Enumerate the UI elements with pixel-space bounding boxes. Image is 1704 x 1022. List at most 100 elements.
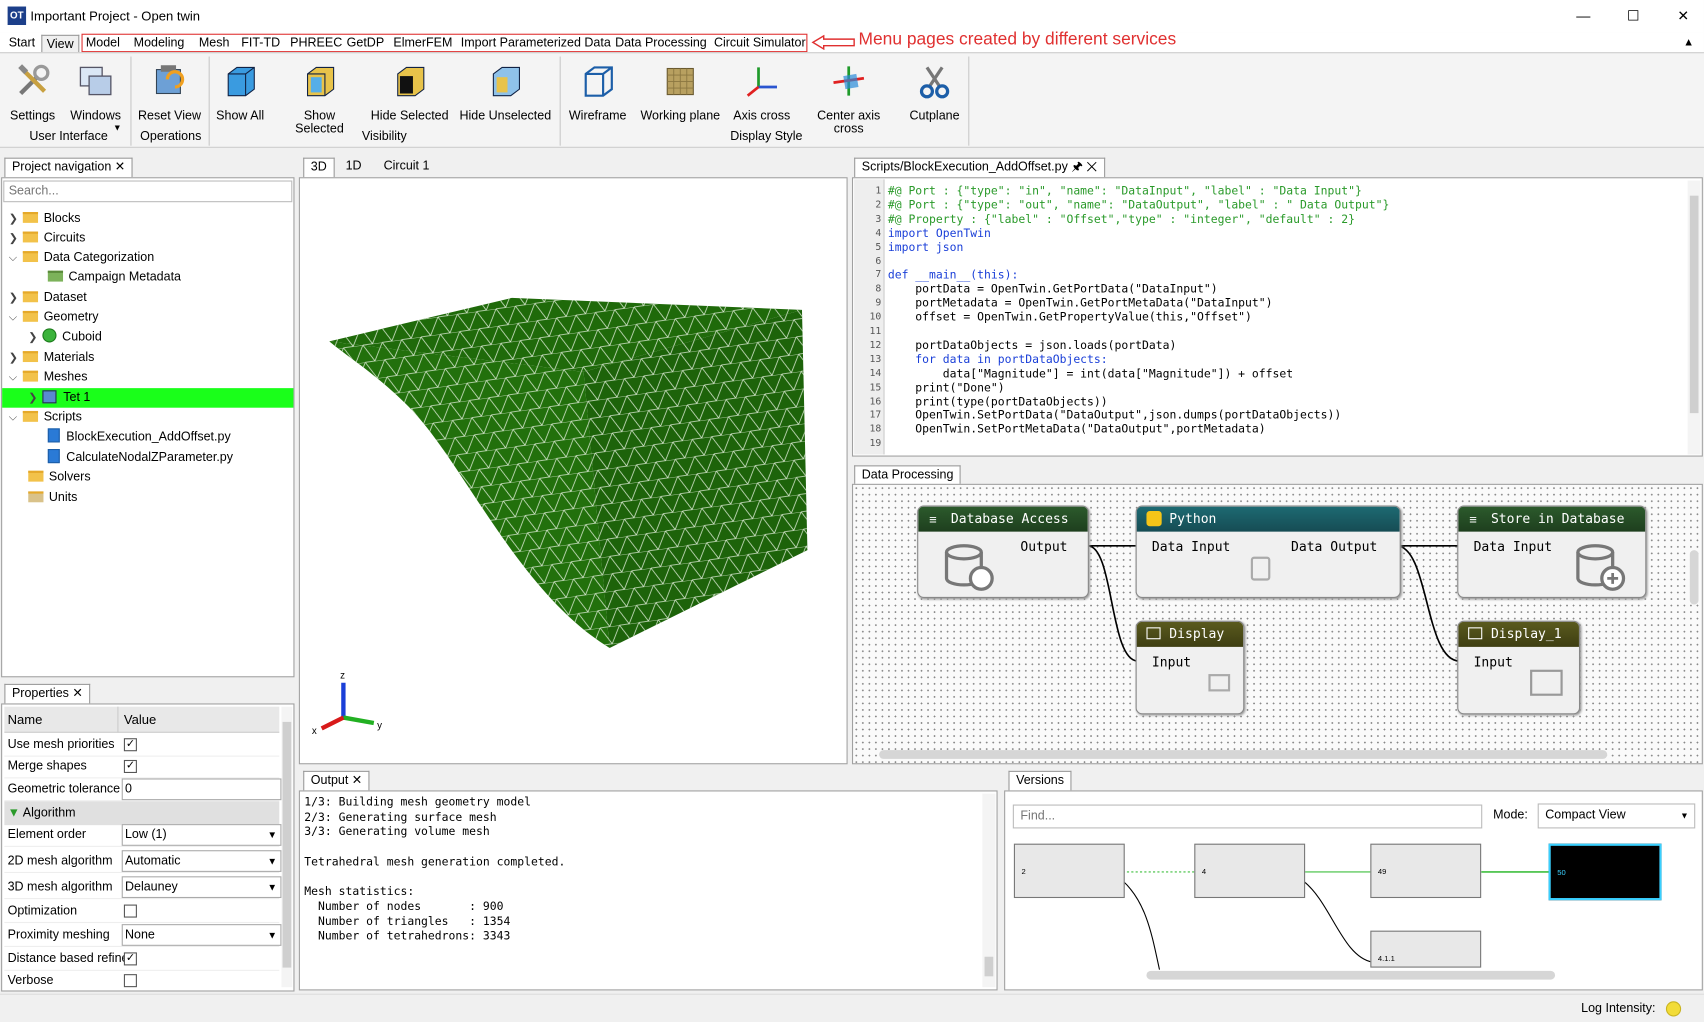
tree-item-units[interactable]: Units: [28, 488, 77, 508]
checkbox[interactable]: [123, 904, 137, 918]
mesh-3d-view[interactable]: z y x: [300, 178, 847, 763]
node-python[interactable]: Python Data Input Data Output: [1135, 505, 1401, 598]
hide-unselected-button[interactable]: Hide Unselected: [459, 63, 552, 123]
tab-getdp[interactable]: GetDP: [347, 35, 385, 52]
tree-item-circuits[interactable]: ❯ Circuits: [9, 228, 85, 248]
port-input[interactable]: Input: [1152, 654, 1191, 669]
show-selected-button[interactable]: Show Selected: [278, 63, 361, 136]
version-node[interactable]: 4: [1194, 843, 1306, 899]
tab-3d[interactable]: 3D: [303, 157, 335, 178]
tab-modeling[interactable]: Modeling: [134, 35, 185, 52]
chevron-right-icon[interactable]: ❯: [9, 349, 20, 369]
tab-script[interactable]: Scripts/BlockExecution_AddOffset.py 🖈 ✕: [854, 157, 1105, 178]
chevron-right-icon[interactable]: ❯: [28, 328, 39, 348]
port-data-input[interactable]: Data Input: [1474, 539, 1553, 554]
graph-horizontal-scrollbar[interactable]: [879, 750, 1608, 759]
output-scrollbar[interactable]: [982, 793, 996, 988]
chevron-down-icon[interactable]: ⌵: [9, 309, 20, 329]
tab-properties[interactable]: Properties ✕: [4, 683, 91, 704]
graph-vertical-scrollbar[interactable]: [1689, 550, 1699, 605]
tab-import-parameterized-data[interactable]: Import Parameterized Data: [461, 35, 611, 52]
tab-model[interactable]: Model: [86, 35, 120, 52]
3d-mesh-algorithm-select[interactable]: Delauney ▼: [121, 876, 282, 899]
tree-item-campaign-metadata[interactable]: Campaign Metadata: [47, 267, 181, 287]
proximity-meshing-select[interactable]: None ▼: [121, 924, 282, 946]
tree-item-dataset[interactable]: ❯ Dataset: [9, 288, 87, 308]
chevron-right-icon[interactable]: ❯: [9, 210, 20, 230]
hide-selected-button[interactable]: Hide Selected: [369, 63, 449, 123]
search-input[interactable]: [3, 180, 293, 203]
tab-fit-td[interactable]: FIT-TD: [241, 35, 280, 52]
close-icon[interactable]: ✕: [352, 774, 362, 787]
element-order-select[interactable]: Low (1) ▼: [121, 824, 282, 846]
maximize-button[interactable]: ☐: [1608, 0, 1658, 33]
versions-find-input[interactable]: [1012, 804, 1483, 829]
chevron-down-icon[interactable]: ⌵: [9, 249, 20, 269]
version-node[interactable]: 4.1.1: [1370, 930, 1482, 968]
axis-cross-button[interactable]: Axis cross: [730, 63, 793, 123]
data-processing-graph[interactable]: Database Access ≡ Output Python Data Inp…: [851, 483, 1703, 765]
settings-button[interactable]: Settings: [8, 63, 58, 123]
tree-item-blocks[interactable]: ❯ Blocks: [9, 209, 81, 229]
scrollbar-thumb[interactable]: [282, 721, 292, 968]
tab-1d[interactable]: 1D: [346, 160, 362, 173]
version-node[interactable]: 49: [1370, 843, 1482, 899]
tab-data-processing[interactable]: Data Processing: [615, 35, 707, 52]
chevron-down-icon[interactable]: ⌵: [9, 369, 20, 389]
script-editor[interactable]: 1 #@ Port : {"type": "in", "name": "DataI…: [851, 177, 1703, 457]
reset-view-button[interactable]: Reset View: [137, 63, 202, 123]
version-node[interactable]: 2: [1013, 843, 1125, 899]
tab-circuit-simulator[interactable]: Circuit Simulator: [714, 35, 806, 52]
close-icon[interactable]: ✕: [1086, 161, 1097, 174]
port-output[interactable]: Output: [1020, 539, 1067, 554]
tab-view[interactable]: View: [41, 34, 80, 53]
scrollbar[interactable]: [281, 706, 293, 988]
tree-item-tet-1[interactable]: ❯ Tet 1: [2, 388, 294, 409]
checkbox[interactable]: ✓: [123, 738, 137, 752]
node-store-in-database[interactable]: Store in Database ≡ Data Input: [1457, 505, 1647, 598]
tab-data-processing-view[interactable]: Data Processing: [854, 465, 962, 485]
checkbox[interactable]: ✓: [123, 759, 137, 773]
node-database-access[interactable]: Database Access ≡ Output: [917, 505, 1089, 598]
port-input[interactable]: Input: [1474, 654, 1513, 669]
close-button[interactable]: ✕: [1658, 0, 1704, 33]
versions-horizontal-scrollbar[interactable]: [1146, 970, 1556, 980]
log-intensity-indicator[interactable]: [1665, 1001, 1682, 1017]
editor-scrollbar[interactable]: [1687, 180, 1701, 455]
tree-item-cuboid[interactable]: ❯ Cuboid: [28, 327, 102, 347]
tree-item-solvers[interactable]: Solvers: [28, 467, 91, 487]
checkbox[interactable]: ✓: [123, 952, 137, 966]
tree-item-data-categorization[interactable]: ⌵ Data Categorization: [9, 248, 154, 268]
chevron-right-icon[interactable]: ❯: [28, 389, 39, 409]
show-all-button[interactable]: Show All: [215, 63, 265, 123]
tab-mesh[interactable]: Mesh: [199, 35, 230, 52]
working-plane-button[interactable]: Working plane: [639, 63, 722, 123]
center-axis-cross-button[interactable]: Center axis cross: [802, 63, 895, 136]
port-data-output[interactable]: Data Output: [1291, 539, 1377, 554]
2d-mesh-algorithm-select[interactable]: Automatic ▼: [121, 850, 282, 872]
checkbox[interactable]: [123, 974, 137, 988]
tab-start[interactable]: Start: [9, 35, 35, 52]
tree-item-scripts[interactable]: ⌵ Scripts: [9, 408, 82, 428]
pin-icon[interactable]: 🖈: [1071, 161, 1083, 174]
tab-circuit-1[interactable]: Circuit 1: [384, 160, 430, 173]
tree-item-geometry[interactable]: ⌵ Geometry: [9, 308, 99, 328]
tab-project-navigation[interactable]: Project navigation ✕: [4, 157, 133, 178]
close-icon[interactable]: ✕: [115, 161, 125, 174]
tree-item-meshes[interactable]: ⌵ Meshes: [9, 367, 88, 387]
tree-item-script-calculatenodal[interactable]: CalculateNodalZParameter.py: [47, 448, 233, 468]
scrollbar-thumb[interactable]: [1689, 195, 1699, 414]
chevron-down-icon[interactable]: ⌵: [9, 409, 20, 429]
tab-phreec[interactable]: PHREEC: [290, 35, 342, 52]
chevron-right-icon[interactable]: ❯: [9, 289, 20, 309]
tree-item-materials[interactable]: ❯ Materials: [9, 348, 95, 368]
3d-viewport[interactable]: z y x: [298, 177, 848, 765]
minimize-button[interactable]: —: [1558, 0, 1608, 33]
windows-button[interactable]: Windows ▼: [68, 63, 122, 133]
scrollbar-thumb[interactable]: [984, 956, 994, 977]
tab-versions[interactable]: Versions: [1008, 770, 1072, 791]
tab-elmerfem[interactable]: ElmerFEM: [393, 35, 452, 52]
node-display[interactable]: Display Input: [1135, 620, 1245, 715]
mode-select[interactable]: Compact View ▼: [1537, 803, 1696, 829]
port-data-input[interactable]: Data Input: [1152, 539, 1231, 554]
